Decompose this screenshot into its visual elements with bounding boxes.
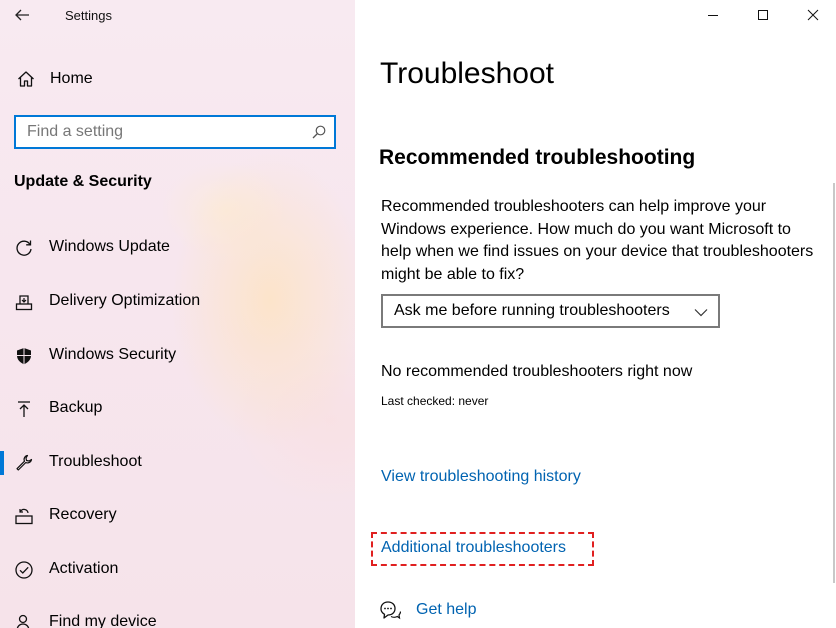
sidebar-item-home[interactable]: Home [16, 68, 93, 90]
upload-arrow-icon [14, 399, 34, 419]
chevron-down-icon [694, 309, 708, 317]
sidebar-item-windows-security[interactable]: Windows Security [0, 336, 355, 376]
minimize-icon [708, 15, 718, 16]
recovery-icon [14, 506, 34, 526]
sidebar-item-label: Activation [49, 560, 119, 577]
close-icon [807, 9, 819, 21]
get-help-link[interactable]: Get help [416, 601, 476, 619]
sidebar-item-label: Delivery Optimization [49, 292, 201, 309]
sidebar-item-label: Windows Update [49, 238, 170, 255]
additional-troubleshooters-link[interactable]: Additional troubleshooters [381, 539, 566, 557]
person-location-icon [14, 613, 34, 628]
home-label: Home [50, 70, 93, 87]
recommended-status: No recommended troubleshooters right now [381, 363, 693, 380]
recommended-heading: Recommended troubleshooting [379, 146, 696, 169]
sidebar-item-label: Backup [49, 399, 103, 416]
sidebar-item-troubleshoot[interactable]: Troubleshoot [0, 443, 355, 483]
section-title: Update & Security [14, 173, 152, 190]
page-title: Troubleshoot [380, 57, 554, 90]
view-history-link[interactable]: View troubleshooting history [381, 468, 581, 486]
home-icon [18, 71, 34, 87]
sidebar-item-label: Find my device [49, 613, 157, 628]
search-icon[interactable] [311, 124, 327, 140]
sidebar-item-delivery-optimization[interactable]: Delivery Optimization [0, 282, 355, 322]
shield-icon [14, 346, 34, 366]
maximize-icon [758, 10, 768, 20]
sidebar: Settings Home Update & Security Windows … [0, 0, 355, 628]
get-help-row[interactable]: Get help [379, 598, 476, 622]
close-button[interactable] [790, 0, 836, 30]
minimize-button[interactable] [690, 0, 736, 30]
sidebar-item-find-my-device[interactable]: Find my device [0, 603, 355, 628]
dropdown-value: Ask me before running troubleshooters [394, 302, 670, 319]
refresh-icon [14, 238, 34, 258]
troubleshooter-preference-dropdown[interactable]: Ask me before running troubleshooters [381, 294, 720, 328]
back-arrow-icon[interactable] [12, 5, 32, 25]
sidebar-item-recovery[interactable]: Recovery [0, 496, 355, 536]
sidebar-item-backup[interactable]: Backup [0, 389, 355, 429]
sidebar-item-label: Recovery [49, 506, 117, 523]
search-input[interactable] [16, 118, 296, 146]
chat-help-icon [380, 601, 401, 620]
wrench-icon [14, 453, 34, 473]
recommended-description: Recommended troubleshooters can help imp… [381, 198, 814, 283]
selection-indicator [0, 451, 4, 475]
sidebar-item-label: Troubleshoot [49, 453, 142, 470]
sidebar-item-label: Windows Security [49, 346, 177, 363]
maximize-button[interactable] [740, 0, 786, 30]
scrollbar[interactable] [833, 183, 835, 583]
last-checked-text: Last checked: never [381, 394, 489, 408]
delivery-optimization-icon [14, 292, 34, 312]
sidebar-item-activation[interactable]: Activation [0, 550, 355, 590]
search-box[interactable] [14, 115, 336, 149]
app-title: Settings [65, 8, 112, 23]
sidebar-item-windows-update[interactable]: Windows Update [0, 228, 355, 268]
checkmark-circle-icon [14, 560, 34, 580]
